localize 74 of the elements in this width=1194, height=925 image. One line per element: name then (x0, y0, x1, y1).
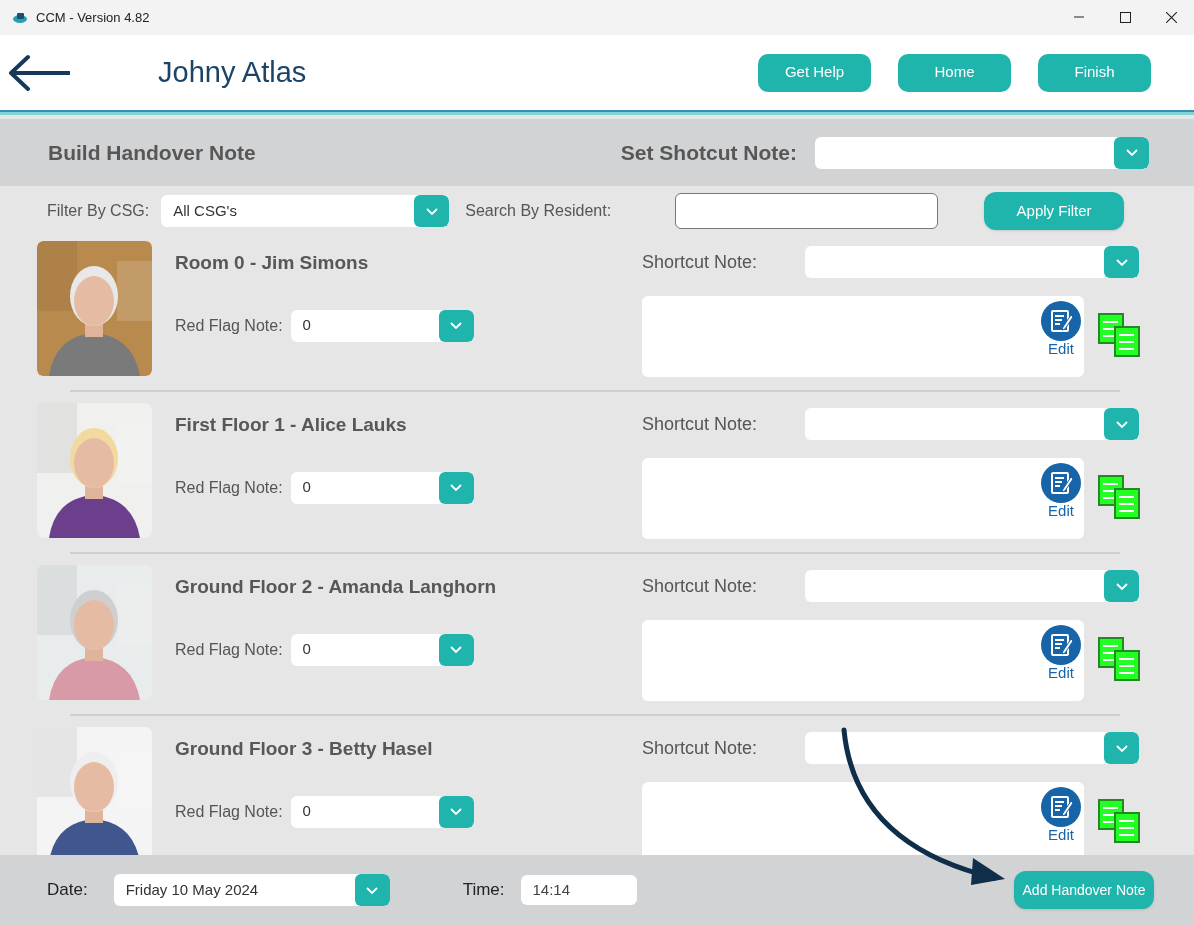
note-text-area[interactable]: Edit (642, 620, 1084, 701)
dropdown-button[interactable] (1104, 408, 1139, 440)
chevron-icon[interactable] (449, 321, 464, 330)
copy-icon[interactable] (1098, 799, 1140, 843)
dropdown-button[interactable] (438, 795, 474, 828)
chevron-icon[interactable] (424, 206, 439, 216)
chevron-icon[interactable] (1114, 581, 1129, 591)
edit-icon[interactable] (1041, 301, 1081, 341)
dropdown-button[interactable] (1104, 732, 1139, 764)
dropdown-button[interactable] (438, 471, 474, 504)
flag-note-dropdown[interactable]: 0 (290, 309, 474, 342)
window-title: CCM - Version 4.82 (36, 8, 150, 27)
chevron-icon[interactable] (449, 807, 464, 816)
shortcut-note-dropdown[interactable] (805, 246, 1139, 278)
note-text-area[interactable]: Edit (642, 782, 1084, 855)
shortcut-dropdown[interactable] (815, 136, 1149, 169)
flag-note-label: Red Flag Note: (175, 477, 283, 498)
chevron-icon[interactable] (1114, 419, 1129, 429)
copy-icon[interactable] (1098, 637, 1140, 681)
close-icon[interactable] (1165, 12, 1177, 23)
shortcut-note-dropdown[interactable] (805, 570, 1139, 602)
note-text-area[interactable]: Edit (642, 458, 1084, 539)
edit-link[interactable]: Edit (1048, 503, 1074, 519)
maximize-icon[interactable] (1119, 12, 1131, 23)
resident-name: Ground Floor 2 - Amanda Langhorn (175, 575, 498, 599)
dropdown-button[interactable] (354, 874, 390, 906)
chevron-icon[interactable] (449, 645, 464, 654)
dropdown-button[interactable] (1114, 136, 1149, 169)
date-picker[interactable]: Friday 10 May 2024 (113, 874, 390, 906)
flag-note-label: Red Flag Note: (175, 801, 283, 822)
chevron-icon[interactable] (1114, 257, 1129, 267)
dropdown-button[interactable] (438, 633, 474, 666)
back-arrow-icon[interactable] (8, 53, 70, 92)
copy-icon[interactable] (1098, 475, 1140, 519)
shortcut-note-label: Shortcut Note: (642, 574, 759, 598)
section-title: Build Handover Note (48, 139, 256, 166)
resident-name: Room 0 - Jim Simons (175, 251, 370, 275)
shortcut-note-label: Shortcut Note: (642, 412, 759, 436)
flag-note-dropdown[interactable]: 0 (290, 795, 474, 828)
flag-note-label: Red Flag Note: (175, 639, 283, 660)
dropdown-button[interactable] (1104, 246, 1139, 278)
shortcut-label: Set Shotcut Note: (620, 139, 797, 166)
edit-icon[interactable] (1041, 463, 1081, 503)
csg-dropdown[interactable]: All CSG's (161, 195, 450, 227)
edit-link[interactable]: Edit (1048, 827, 1074, 843)
shortcut-note-dropdown[interactable] (805, 732, 1139, 764)
date-label: Date: (47, 879, 88, 902)
time-label: Time: (462, 879, 505, 902)
copy-icon[interactable] (1098, 313, 1140, 357)
chevron-icon[interactable] (449, 483, 464, 492)
edit-icon[interactable] (1041, 787, 1081, 827)
shortcut-note-label: Shortcut Note: (642, 736, 759, 760)
dropdown-button[interactable] (1104, 570, 1139, 602)
time-field[interactable]: 14:14 (520, 875, 637, 905)
dropdown-button[interactable] (414, 195, 450, 227)
chevron-icon[interactable] (1124, 148, 1139, 157)
flag-note-dropdown[interactable]: 0 (290, 633, 474, 666)
chevron-icon[interactable] (1114, 743, 1129, 753)
resident-title: Johny Atlas (158, 54, 307, 90)
edit-icon[interactable] (1041, 625, 1081, 665)
edit-link[interactable]: Edit (1048, 665, 1074, 681)
note-text-area[interactable]: Edit (642, 296, 1084, 377)
search-label: Search By Resident: (465, 201, 612, 221)
edit-link[interactable]: Edit (1048, 341, 1074, 357)
search-field[interactable] (675, 193, 939, 229)
resident-name: First Floor 1 - Alice Lauks (175, 413, 408, 437)
filter-label: Filter By CSG: (47, 201, 150, 221)
shortcut-note-dropdown[interactable] (805, 408, 1139, 440)
shortcut-note-label: Shortcut Note: (642, 250, 759, 274)
flag-note-dropdown[interactable]: 0 (290, 471, 474, 504)
chevron-icon[interactable] (365, 885, 380, 895)
resident-name: Ground Floor 3 - Betty Hasel (175, 737, 434, 761)
flag-note-label: Red Flag Note: (175, 315, 283, 336)
dropdown-button[interactable] (438, 309, 474, 342)
